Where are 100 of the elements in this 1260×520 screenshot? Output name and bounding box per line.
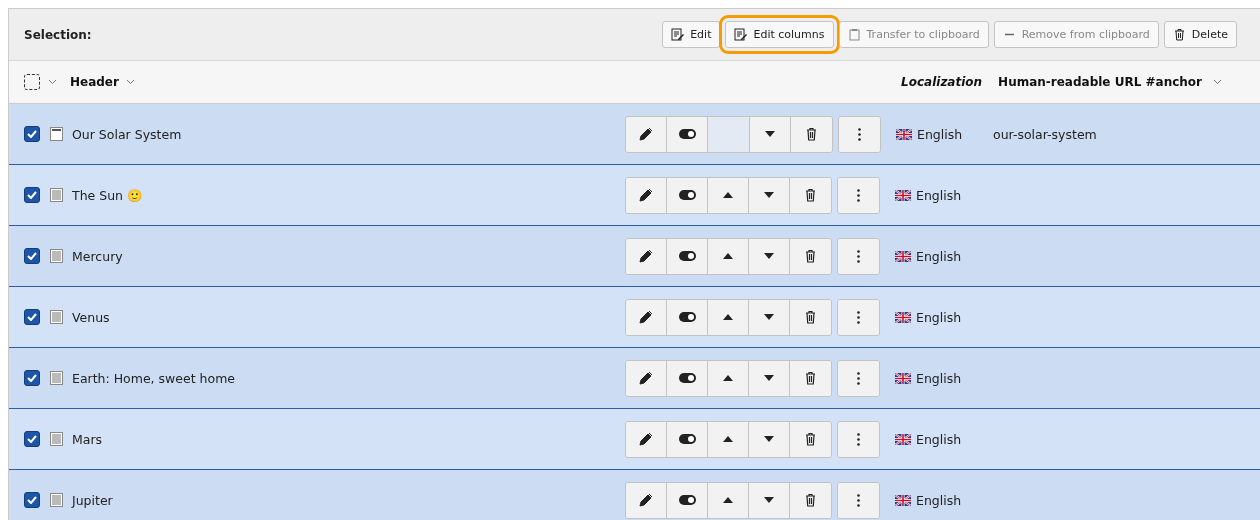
delete-button[interactable]	[790, 360, 831, 396]
trash-icon	[805, 127, 818, 141]
delete-button[interactable]	[790, 238, 831, 274]
toggle-icon	[678, 312, 696, 322]
delete-button[interactable]	[790, 482, 831, 518]
down-triangle-icon	[764, 253, 774, 259]
record-title[interactable]: Our Solar System	[72, 126, 625, 142]
text-content-icon	[50, 310, 63, 324]
toggle-icon	[678, 373, 696, 383]
language-label: English	[916, 370, 962, 386]
pencil-icon	[639, 127, 653, 141]
toggle-button[interactable]	[667, 360, 708, 396]
trash-icon	[804, 493, 817, 507]
edit-icon	[734, 28, 748, 41]
trash-icon	[804, 432, 817, 446]
up-triangle-icon	[723, 253, 733, 259]
down-triangle-icon	[765, 131, 775, 137]
up-triangle-icon	[723, 375, 733, 381]
pencil-icon	[639, 432, 653, 446]
check-icon	[27, 191, 37, 199]
pencil-icon	[639, 310, 653, 324]
caret-icon[interactable]	[125, 79, 135, 85]
delete-button[interactable]	[790, 177, 831, 213]
down-triangle-icon	[764, 192, 774, 198]
delete-button[interactable]	[790, 299, 831, 335]
row-checkbox[interactable]	[24, 370, 40, 386]
row-checkbox[interactable]	[24, 248, 40, 264]
selection-label: Selection:	[24, 27, 93, 42]
more-icon	[857, 188, 860, 202]
more-icon	[858, 127, 861, 141]
caret-icon[interactable]	[48, 79, 57, 85]
down-triangle-icon	[764, 497, 774, 503]
flag-icon	[896, 128, 912, 140]
check-icon	[27, 313, 37, 321]
pencil-icon	[639, 371, 653, 385]
url-text: our-solar-system	[993, 126, 1097, 142]
edit-button[interactable]	[626, 177, 667, 213]
toggle-icon	[678, 495, 696, 505]
row-checkbox[interactable]	[24, 492, 40, 508]
toggle-button[interactable]	[667, 299, 708, 335]
flag-icon	[895, 250, 911, 262]
edit-button[interactable]	[626, 238, 667, 274]
pencil-icon	[639, 493, 653, 507]
check-icon	[27, 130, 37, 138]
language-label: English	[917, 126, 963, 142]
record-title[interactable]: Mercury	[72, 248, 625, 264]
edit-button[interactable]	[626, 360, 667, 396]
check-icon	[27, 374, 37, 382]
delete-button[interactable]	[790, 421, 831, 457]
more-icon	[857, 493, 860, 507]
pencil-icon	[639, 188, 653, 202]
language-label: English	[916, 187, 962, 203]
edit-button[interactable]	[626, 116, 667, 152]
edit-button[interactable]	[626, 482, 667, 518]
flag-icon	[895, 433, 911, 445]
column-header[interactable]: Human-readable URL #anchor	[998, 75, 1202, 89]
record-title[interactable]: Earth: Home, sweet home	[72, 370, 625, 386]
row-checkbox[interactable]	[24, 309, 40, 325]
edit-button[interactable]	[626, 421, 667, 457]
up-triangle-icon	[723, 192, 733, 198]
more-icon	[857, 432, 860, 446]
toggle-button[interactable]	[667, 421, 708, 457]
flag-icon	[895, 372, 911, 384]
delete-button[interactable]: Delete	[1163, 21, 1237, 48]
down-triangle-icon	[764, 314, 774, 320]
record-title[interactable]: Venus	[72, 309, 625, 325]
text-content-icon	[50, 432, 63, 446]
trash-icon	[804, 249, 817, 263]
down-triangle-icon	[764, 436, 774, 442]
toggle-button[interactable]	[667, 482, 708, 518]
more-icon	[857, 310, 860, 324]
flag-icon	[895, 311, 911, 323]
text-content-icon	[50, 371, 63, 385]
text-content-icon	[50, 493, 63, 507]
text-content-icon	[50, 188, 63, 202]
caret-icon[interactable]	[1213, 79, 1222, 85]
row-checkbox[interactable]	[24, 187, 40, 203]
record-title[interactable]: The Sun 🙂	[72, 187, 625, 203]
toggle-icon	[678, 251, 696, 261]
up-triangle-icon	[723, 497, 733, 503]
toggle-icon	[678, 190, 696, 200]
language-label: English	[916, 309, 962, 325]
more-icon	[857, 249, 860, 263]
language-label: English	[916, 248, 962, 264]
row-checkbox[interactable]	[24, 126, 40, 142]
select-all-checkbox[interactable]	[24, 74, 40, 90]
record-title[interactable]: Mars	[72, 431, 625, 447]
record-title[interactable]: Jupiter	[72, 492, 625, 508]
toggle-button[interactable]	[667, 238, 708, 274]
pencil-icon	[639, 249, 653, 263]
flag-icon	[895, 189, 911, 201]
column-header[interactable]: Header	[70, 75, 119, 89]
edit-button[interactable]: Edit	[662, 21, 721, 48]
toggle-icon	[678, 434, 696, 444]
toggle-button[interactable]	[667, 116, 708, 152]
delete-button[interactable]	[791, 116, 832, 152]
up-triangle-icon	[723, 436, 733, 442]
toggle-button[interactable]	[667, 177, 708, 213]
edit-button[interactable]	[626, 299, 667, 335]
row-checkbox[interactable]	[24, 431, 40, 447]
